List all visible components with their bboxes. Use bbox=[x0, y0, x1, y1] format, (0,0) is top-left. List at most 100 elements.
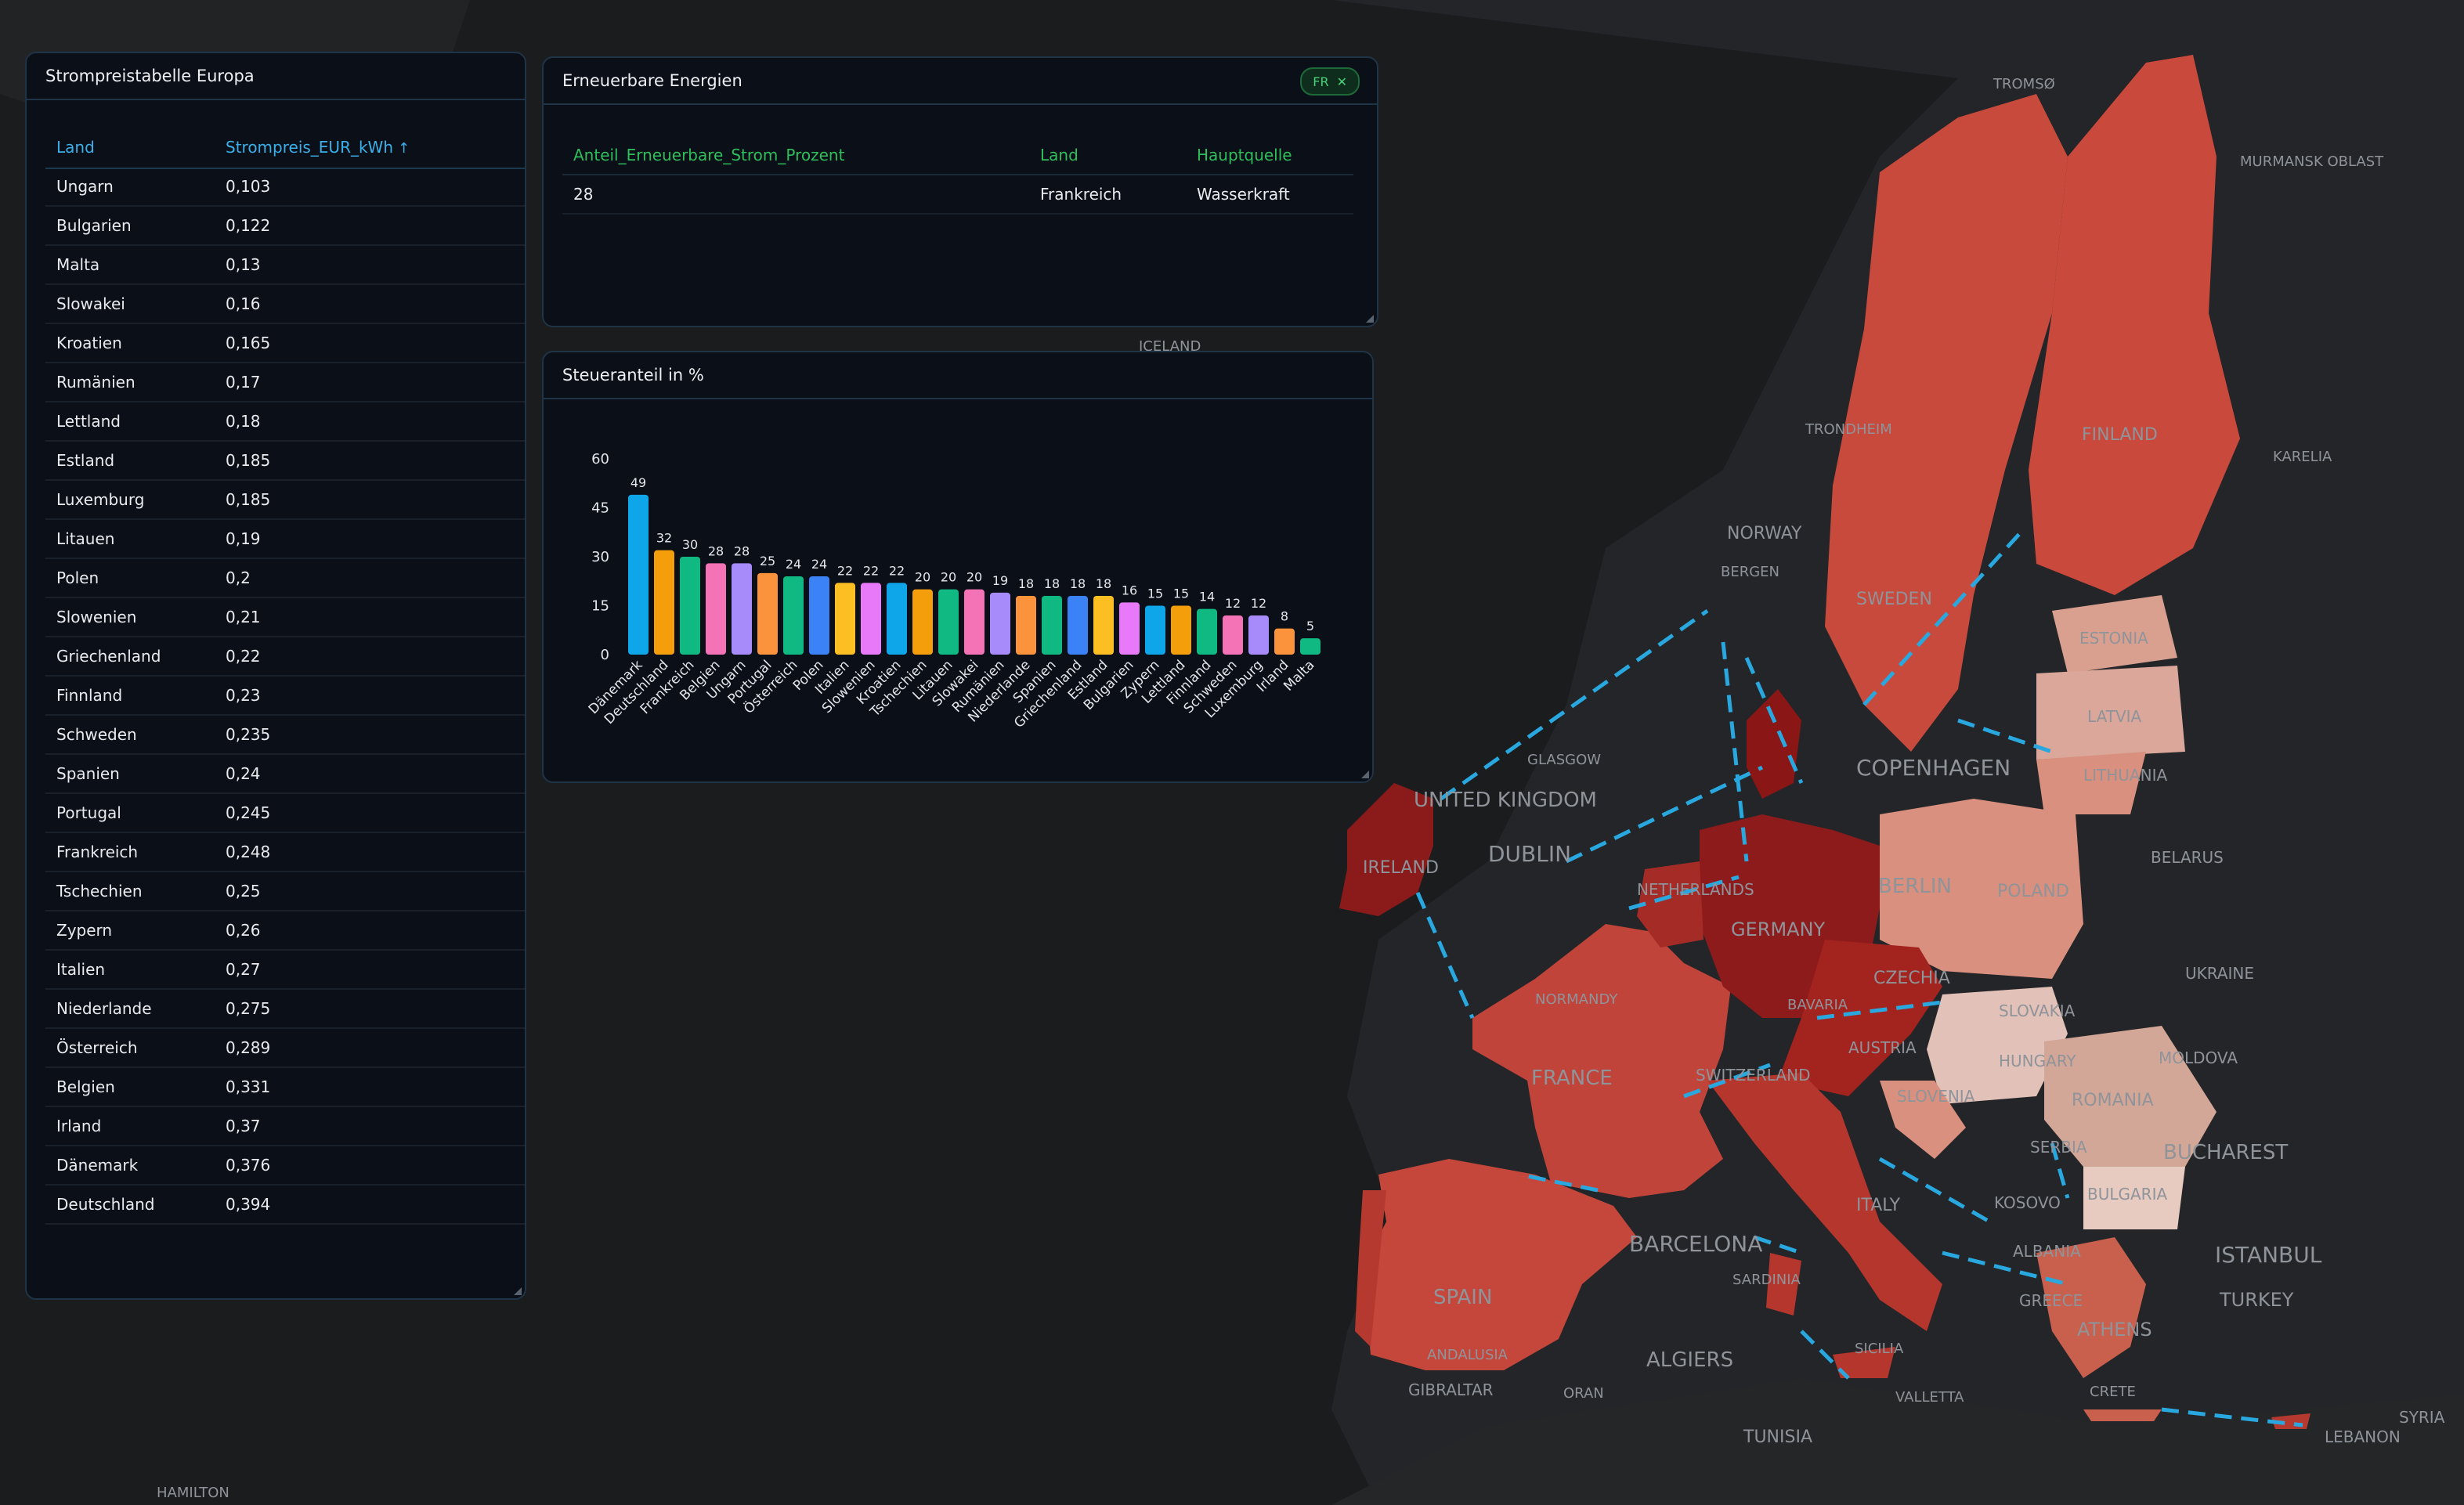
cell-land: Malta bbox=[56, 255, 100, 274]
bar-kroatien[interactable] bbox=[887, 583, 907, 655]
col-header-price[interactable]: Strompreis_EUR_kWh ↑ bbox=[226, 138, 410, 157]
map-label: BERLIN bbox=[1878, 875, 1952, 898]
table-row[interactable]: Lettland 0,18 bbox=[45, 402, 525, 442]
table-row[interactable]: Slowakei 0,16 bbox=[45, 285, 525, 324]
table-row[interactable]: Estland 0,185 bbox=[45, 442, 525, 481]
table-row[interactable]: Kroatien 0,165 bbox=[45, 324, 525, 363]
table-row[interactable]: Tschechien 0,25 bbox=[45, 872, 525, 911]
table-row[interactable]: Malta 0,13 bbox=[45, 246, 525, 285]
table-row[interactable]: Deutschland 0,394 bbox=[45, 1186, 525, 1225]
bar-portugal[interactable] bbox=[757, 572, 778, 655]
bar-frankreich[interactable] bbox=[680, 557, 700, 655]
col-header-source[interactable]: Hauptquelle bbox=[1197, 146, 1292, 164]
sort-asc-icon[interactable]: ↑ bbox=[398, 140, 410, 157]
close-icon[interactable]: ✕ bbox=[1337, 74, 1347, 89]
table-row[interactable]: Irland 0,37 bbox=[45, 1107, 525, 1146]
bar-value-label: 25 bbox=[760, 554, 775, 568]
col-header-land[interactable]: Land bbox=[1040, 146, 1078, 164]
col-header-percent[interactable]: Anteil_Erneuerbare_Strom_Prozent bbox=[573, 146, 844, 164]
map-label: BELARUS bbox=[2151, 848, 2224, 867]
bar-tschechien[interactable] bbox=[912, 589, 933, 655]
cell-price: 0,24 bbox=[226, 764, 261, 783]
cell-price: 0,16 bbox=[226, 294, 261, 313]
map-label: VALLETTA bbox=[1895, 1389, 1964, 1406]
table-row[interactable]: Portugal 0,245 bbox=[45, 794, 525, 833]
bar-lettland[interactable] bbox=[1171, 605, 1191, 655]
bar-schweden[interactable] bbox=[1223, 615, 1243, 655]
bar-italien[interactable] bbox=[835, 583, 855, 655]
bar-value-label: 30 bbox=[682, 537, 698, 552]
table-row[interactable]: Spanien 0,24 bbox=[45, 755, 525, 794]
table-row[interactable]: Luxemburg 0,185 bbox=[45, 481, 525, 520]
bar-value-label: 12 bbox=[1251, 596, 1266, 611]
bar-slowenien[interactable] bbox=[861, 583, 881, 655]
bar-zypern[interactable] bbox=[1145, 605, 1165, 655]
bar-rumänien[interactable] bbox=[990, 592, 1010, 655]
table-row[interactable]: Ungarn 0,103 bbox=[45, 168, 525, 207]
table-row[interactable]: Zypern 0,26 bbox=[45, 911, 525, 951]
table-row[interactable]: Niederlande 0,275 bbox=[45, 990, 525, 1029]
bar-litauen[interactable] bbox=[938, 589, 959, 655]
cell-price: 0,235 bbox=[226, 725, 271, 744]
cell-land: Schweden bbox=[56, 725, 137, 744]
table-row[interactable]: Belgien 0,331 bbox=[45, 1068, 525, 1107]
col-header-land[interactable]: Land bbox=[56, 138, 95, 157]
map-label: SLOVAKIA bbox=[1999, 1002, 2076, 1020]
bar-polen[interactable] bbox=[809, 576, 829, 655]
resize-handle-icon[interactable] bbox=[514, 1287, 522, 1295]
table-row[interactable]: Italien 0,27 bbox=[45, 951, 525, 990]
resize-handle-icon[interactable] bbox=[1366, 315, 1374, 323]
bar-niederlande[interactable] bbox=[1016, 596, 1036, 655]
cell-land: Deutschland bbox=[56, 1195, 155, 1214]
bar-griechenland[interactable] bbox=[1068, 596, 1088, 655]
bar-value-label: 15 bbox=[1173, 586, 1189, 601]
cell-price: 0,25 bbox=[226, 882, 261, 900]
table-row[interactable]: Slowenien 0,21 bbox=[45, 598, 525, 637]
map-label: GIBRALTAR bbox=[1408, 1380, 1494, 1399]
bar-österreich[interactable] bbox=[783, 576, 804, 655]
bar-luxemburg[interactable] bbox=[1248, 615, 1269, 655]
cell-price: 0,185 bbox=[226, 490, 271, 509]
cell-land: Portugal bbox=[56, 803, 121, 822]
cell-land: Dänemark bbox=[56, 1156, 139, 1175]
resize-handle-icon[interactable] bbox=[1361, 771, 1369, 778]
filter-badge[interactable]: FR ✕ bbox=[1300, 67, 1360, 96]
cell-land: Rumänien bbox=[56, 373, 135, 392]
map-label: ISTANBUL bbox=[2215, 1242, 2322, 1268]
bar-value-label: 14 bbox=[1199, 590, 1215, 605]
table-row[interactable]: Rumänien 0,17 bbox=[45, 363, 525, 402]
map-label: GLASGOW bbox=[1527, 752, 1601, 768]
bar-belgien[interactable] bbox=[706, 563, 726, 655]
tax-chart-panel: Steueranteil in % 0 15 30 45 60 49 Dänemark 32 D… bbox=[542, 351, 1374, 783]
bar-estland[interactable] bbox=[1093, 596, 1114, 655]
bar-malta[interactable] bbox=[1300, 638, 1321, 655]
table-row[interactable]: Griechenland 0,22 bbox=[45, 637, 525, 677]
bar-bulgarien[interactable] bbox=[1119, 602, 1140, 655]
map-label: TUNISIA bbox=[1743, 1427, 1812, 1447]
table-row[interactable]: 28 Frankreich Wasserkraft bbox=[562, 174, 1353, 215]
bar-ungarn[interactable] bbox=[732, 563, 752, 655]
cell-land: Kroatien bbox=[56, 334, 122, 352]
bar-value-label: 22 bbox=[863, 563, 879, 578]
map-label: BARCELONA bbox=[1629, 1231, 1762, 1257]
cell-price: 0,27 bbox=[226, 960, 261, 979]
map-label: ESTONIA bbox=[2079, 629, 2148, 648]
bar-slowakei[interactable] bbox=[964, 589, 985, 655]
table-row[interactable]: Litauen 0,19 bbox=[45, 520, 525, 559]
bar-irland[interactable] bbox=[1274, 628, 1295, 655]
map-label: HUNGARY bbox=[1999, 1052, 2076, 1070]
table-row[interactable]: Frankreich 0,248 bbox=[45, 833, 525, 872]
table-row[interactable]: Schweden 0,235 bbox=[45, 716, 525, 755]
price-table-panel: Strompreistabelle Europa Land Strompreis… bbox=[25, 52, 526, 1300]
table-row[interactable]: Bulgarien 0,122 bbox=[45, 207, 525, 246]
table-row[interactable]: Polen 0,2 bbox=[45, 559, 525, 598]
table-row[interactable]: Österreich 0,289 bbox=[45, 1029, 525, 1068]
table-row[interactable]: Dänemark 0,376 bbox=[45, 1146, 525, 1186]
map-label: FINLAND bbox=[2082, 425, 2158, 445]
bar-dänemark[interactable] bbox=[628, 494, 649, 655]
map-label: ALBANIA bbox=[2013, 1242, 2081, 1261]
table-row[interactable]: Finnland 0,23 bbox=[45, 677, 525, 716]
bar-spanien[interactable] bbox=[1042, 596, 1062, 655]
bar-deutschland[interactable] bbox=[654, 550, 674, 655]
bar-finnland[interactable] bbox=[1197, 608, 1217, 655]
